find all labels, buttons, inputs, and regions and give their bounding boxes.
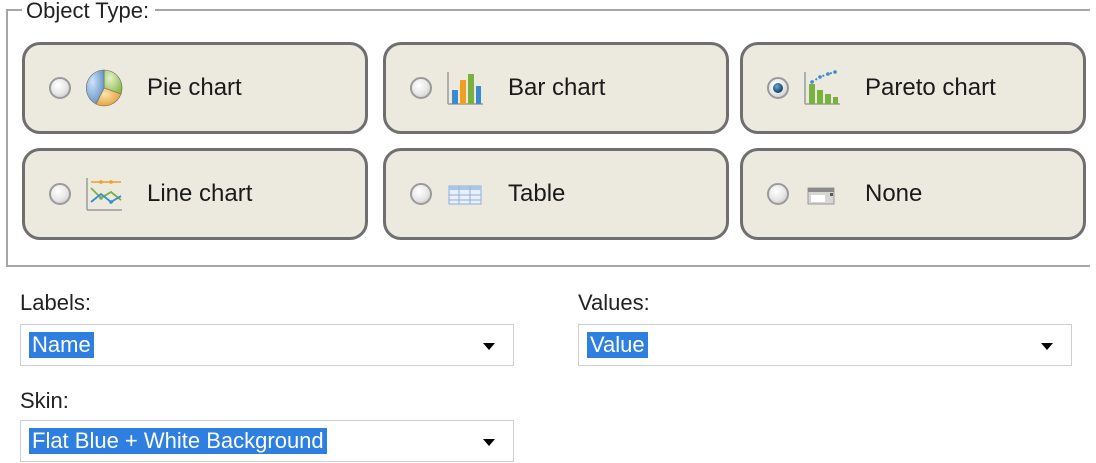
- values-select[interactable]: Value: [578, 324, 1072, 366]
- skin-field-label: Skin:: [20, 388, 69, 413]
- none-icon: [801, 173, 843, 215]
- line-chart-radio[interactable]: [49, 183, 71, 205]
- option-pie-chart[interactable]: Pie chart: [22, 42, 368, 134]
- pie-chart-label: Pie chart: [147, 74, 242, 101]
- labels-selected-value: Name: [29, 332, 94, 358]
- option-table[interactable]: Table: [383, 148, 729, 240]
- table-radio[interactable]: [410, 183, 432, 205]
- labels-select[interactable]: Name: [20, 324, 514, 366]
- chevron-down-icon[interactable]: [483, 343, 495, 350]
- pareto-chart-icon: [801, 67, 843, 109]
- values-selected-value: Value: [587, 332, 648, 358]
- object-type-legend: Object Type:: [22, 0, 156, 22]
- option-bar-chart[interactable]: Bar chart: [383, 42, 729, 134]
- option-none[interactable]: None: [740, 148, 1086, 240]
- pareto-chart-label: Pareto chart: [865, 74, 996, 101]
- line-chart-label: Line chart: [147, 180, 253, 207]
- table-icon: [444, 173, 486, 215]
- bar-chart-icon: [444, 67, 486, 109]
- table-label: Table: [508, 180, 566, 207]
- none-radio[interactable]: [767, 183, 789, 205]
- pie-chart-radio[interactable]: [49, 77, 71, 99]
- none-label: None: [865, 180, 923, 207]
- line-chart-icon: [83, 173, 125, 215]
- option-pareto-chart[interactable]: Pareto chart: [740, 42, 1086, 134]
- option-line-chart[interactable]: Line chart: [22, 148, 368, 240]
- skin-select[interactable]: Flat Blue + White Background: [20, 420, 514, 462]
- chevron-down-icon[interactable]: [1041, 343, 1053, 350]
- pie-chart-icon: [83, 67, 125, 109]
- bar-chart-radio[interactable]: [410, 77, 432, 99]
- values-field-label: Values:: [578, 290, 650, 315]
- chevron-down-icon[interactable]: [483, 439, 495, 446]
- pareto-chart-radio[interactable]: [767, 77, 789, 99]
- bar-chart-label: Bar chart: [508, 74, 606, 101]
- skin-selected-value: Flat Blue + White Background: [29, 428, 327, 454]
- labels-field-label: Labels:: [20, 290, 91, 315]
